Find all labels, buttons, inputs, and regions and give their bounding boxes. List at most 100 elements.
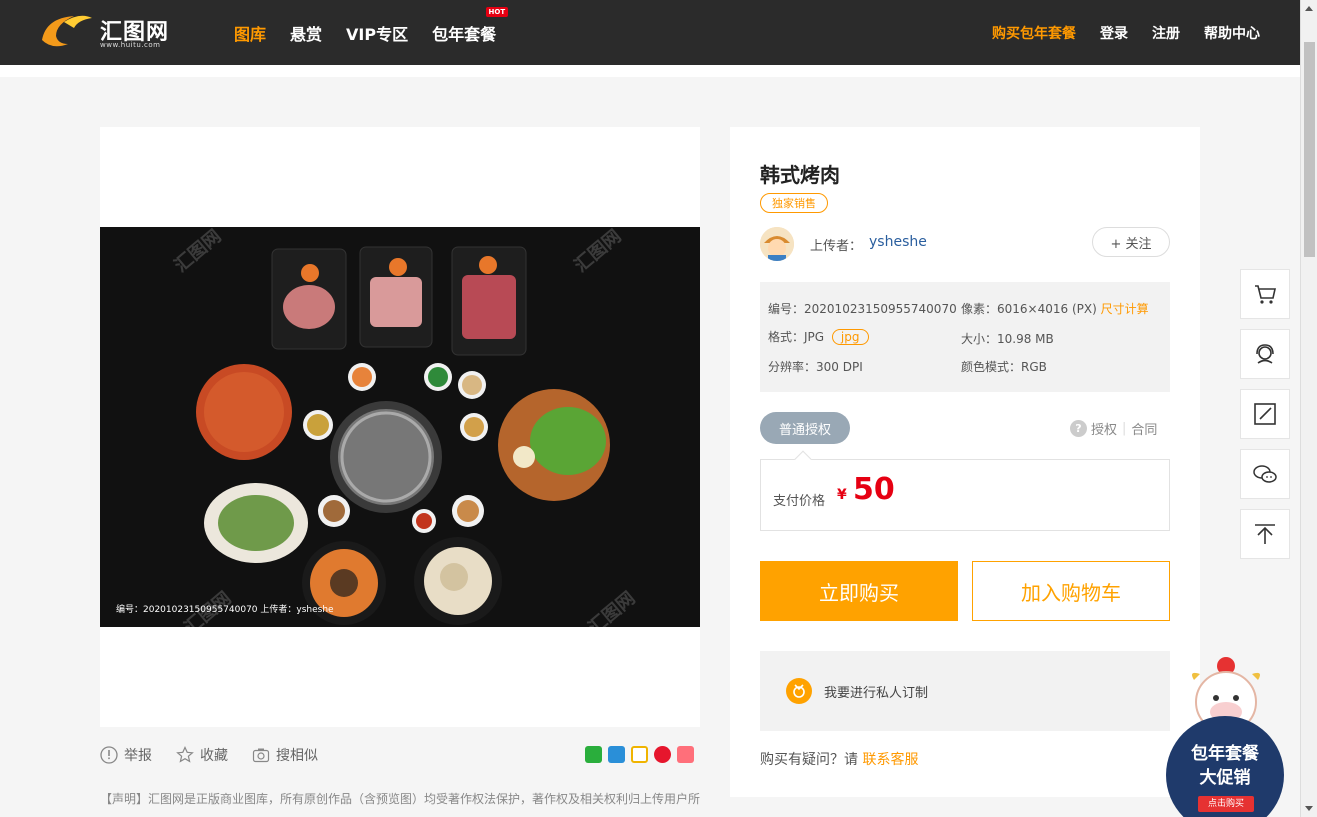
promo-line-2: 大促销 <box>1199 768 1251 788</box>
hot-badge: HOT <box>485 6 509 17</box>
meta-dpi: 分辨率：300 DPI <box>768 358 863 375</box>
price-currency: ¥ <box>837 487 847 503</box>
annual-package-promo[interactable]: 包年套餐 大促销 点击购买 <box>1158 656 1288 817</box>
nav-annual-package-label: 包年套餐 <box>432 24 497 44</box>
meta-id: 编号：20201023150955740070 <box>768 300 957 317</box>
promo-text: 包年套餐 大促销 <box>1168 742 1282 790</box>
search-similar-label: 搜相似 <box>276 748 318 764</box>
purchase-question: 购买有疑问？请 联系客服 <box>760 749 918 769</box>
meta-filesize: 大小：10.98 MB <box>961 330 1054 347</box>
share-buttons <box>579 746 694 763</box>
meta-pixels: 像素：6016×4016 (PX) 尺寸计算 <box>961 300 1149 317</box>
scroll-down-arrow-icon[interactable] <box>1305 806 1313 811</box>
product-image[interactable]: 汇图网 汇图网 汇图网 汇图网 编号：20201023150955740070 … <box>100 227 700 627</box>
meta-dpi-value: 300 DPI <box>816 360 863 374</box>
divider: | <box>1122 421 1127 436</box>
warning-icon <box>100 746 118 764</box>
size-calculator-link[interactable]: 尺寸计算 <box>1101 302 1149 316</box>
avatar-illustration <box>760 227 794 261</box>
custom-order-icon <box>786 678 812 704</box>
report-button[interactable]: 举报 <box>100 745 152 765</box>
main-nav: 图库 悬赏 VIP专区 包年套餐 HOT <box>234 0 520 65</box>
meta-color-value: RGB <box>1021 360 1047 374</box>
meta-color-label: 颜色模式： <box>961 360 1022 374</box>
camera-icon <box>252 748 270 763</box>
license-link[interactable]: 授权 <box>1091 419 1117 438</box>
qq-share-icon[interactable] <box>608 746 625 763</box>
top-header: 汇图网 www.huitu.com 图库 悬赏 VIP专区 包年套餐 HOT 购买… <box>0 0 1300 65</box>
question-icon: ? <box>1070 420 1087 437</box>
scroll-up-arrow-icon[interactable] <box>1305 6 1313 11</box>
weibo-share-icon[interactable] <box>654 746 671 763</box>
wechat-icon <box>1253 465 1277 483</box>
headset-icon <box>1256 344 1274 364</box>
image-caption: 编号：20201023150955740070 上传者：ysheshe <box>116 605 334 615</box>
product-title: 韩式烤肉 <box>760 163 840 187</box>
nav-vip[interactable]: VIP专区 <box>346 21 408 45</box>
license-links: ? 授权 | 合同 <box>1070 419 1157 438</box>
customer-service-tool[interactable] <box>1240 329 1290 379</box>
nav-annual-package[interactable]: 包年套餐 HOT <box>432 6 509 45</box>
uploader-name-link[interactable]: ysheshe <box>869 234 927 250</box>
favorite-button[interactable]: 收藏 <box>176 745 228 765</box>
image-actions: 举报 收藏 搜相似 <box>100 742 700 768</box>
add-to-cart-button[interactable]: 加入购物车 <box>972 561 1170 621</box>
search-similar-button[interactable]: 搜相似 <box>252 745 318 765</box>
favorite-label: 收藏 <box>200 748 228 764</box>
meta-pixels-label: 像素： <box>961 302 998 316</box>
help-center-link[interactable]: 帮助中心 <box>1204 23 1260 43</box>
meta-filesize-label: 大小： <box>961 332 998 346</box>
image-preview-panel: 汇图网 汇图网 汇图网 汇图网 编号：20201023150955740070 … <box>100 127 700 727</box>
meta-id-value: 20201023150955740070 <box>804 302 957 316</box>
star-icon <box>176 746 194 763</box>
food-photo-illustration <box>100 227 700 627</box>
uploader-label: 上传者： <box>810 239 863 254</box>
exclusive-badge: 独家销售 <box>760 193 828 213</box>
contract-link[interactable]: 合同 <box>1131 419 1157 438</box>
buy-now-button[interactable]: 立即购买 <box>760 561 958 621</box>
tab-standard-license[interactable]: 普通授权 <box>760 412 850 444</box>
promo-buy-button[interactable]: 点击购买 <box>1198 796 1254 812</box>
nav-gallery[interactable]: 图库 <box>234 21 266 45</box>
meta-color: 颜色模式：RGB <box>961 358 1047 375</box>
logo-url: www.huitu.com <box>100 41 161 49</box>
follow-button[interactable]: + 关注 <box>1092 227 1170 257</box>
price-box: 支付价格 ¥ 50 <box>760 450 1170 531</box>
register-link[interactable]: 注册 <box>1152 23 1180 43</box>
nav-bounty[interactable]: 悬赏 <box>290 21 322 45</box>
arrow-up-icon <box>1255 524 1275 544</box>
scrollbar-thumb[interactable] <box>1304 42 1315 257</box>
price-value: 50 <box>853 472 895 507</box>
promo-line-1: 包年套餐 <box>1191 744 1259 764</box>
site-logo[interactable]: 汇图网 www.huitu.com <box>34 10 174 54</box>
report-label: 举报 <box>124 748 152 764</box>
wechat-tool[interactable] <box>1240 449 1290 499</box>
login-link[interactable]: 登录 <box>1100 23 1128 43</box>
question-text: 购买有疑问？请 <box>760 752 858 768</box>
meta-filesize-value: 10.98 MB <box>997 332 1054 346</box>
price-label: 支付价格 <box>773 494 826 509</box>
meta-pixels-value: 6016×4016 (PX) <box>997 302 1097 316</box>
douban-share-icon[interactable] <box>677 746 694 763</box>
custom-order-label: 我要进行私人订制 <box>824 685 929 701</box>
meta-format-value: JPG <box>804 330 825 344</box>
edit-icon <box>1254 403 1276 425</box>
avatar[interactable] <box>760 227 794 261</box>
user-nav: 购买包年套餐 登录 注册 帮助中心 <box>968 0 1260 65</box>
format-tag: jpg <box>831 329 869 345</box>
buy-annual-package-link[interactable]: 购买包年套餐 <box>992 23 1076 43</box>
sub-bar <box>0 65 1300 77</box>
cart-tool[interactable] <box>1240 269 1290 319</box>
feedback-tool[interactable] <box>1240 389 1290 439</box>
page-scrollbar[interactable] <box>1300 0 1317 817</box>
price-box-arrow <box>794 450 812 468</box>
contact-support-link[interactable]: 联系客服 <box>862 752 918 768</box>
product-info-panel: 韩式烤肉 独家销售 上传者： ysheshe + 关注 编号：202010231… <box>730 127 1200 797</box>
copyright-notice: 【声明】汇图网是正版商业图库，所有原创作品（含预览图）均受著作权法保护，著作权及… <box>100 792 700 806</box>
qzone-share-icon[interactable] <box>631 746 648 763</box>
meta-id-label: 编号： <box>768 302 805 316</box>
back-to-top-tool[interactable] <box>1240 509 1290 559</box>
wechat-share-icon[interactable] <box>585 746 602 763</box>
logo-mark-icon <box>42 15 92 47</box>
custom-order-box[interactable]: 我要进行私人订制 <box>760 651 1170 731</box>
